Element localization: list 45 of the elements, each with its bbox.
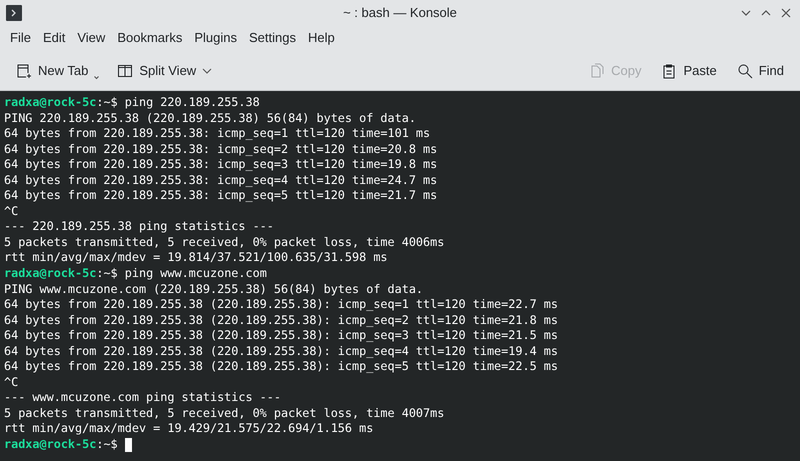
output-line: 64 bytes from 220.189.255.38: icmp_seq=1 ttl=120 time=101 ms (4, 126, 430, 142)
output-line: rtt min/avg/max/mdev = 19.429/21.575/22.694/1.156 ms (4, 421, 374, 438)
output-line: 64 bytes from 220.189.255.38 (220.189.255.38): icmp_seq=3 ttl=120 time=21.5 ms (4, 328, 558, 344)
output-line: 64 bytes from 220.189.255.38: icmp_seq=5 ttl=120 time=21.7 ms (4, 188, 438, 204)
window-title: ~ : bash — Konsole (343, 4, 457, 22)
output-line: 64 bytes from 220.189.255.38 (220.189.255.38): icmp_seq=4 ttl=120 time=19.4 ms (4, 344, 558, 360)
output-line: 64 bytes from 220.189.255.38 (220.189.255.38): icmp_seq=2 ttl=120 time=21.8 ms (4, 312, 558, 328)
close-icon[interactable] (780, 6, 792, 18)
output-line: 5 packets transmitted, 5 received, 0% packet loss, time 4007ms (4, 406, 444, 422)
find-button[interactable]: Find (732, 56, 788, 84)
menu-item[interactable]: Help (302, 26, 341, 50)
output-line: --- 220.189.255.38 ping statistics --- (4, 219, 274, 235)
output-line: 64 bytes from 220.189.255.38: icmp_seq=3 ttl=120 time=19.8 ms (4, 157, 438, 173)
output-line: ^C (4, 204, 18, 220)
chevron-down-icon (202, 68, 212, 74)
prompt-line: radxa@rock-5c:~$ (4, 437, 119, 453)
terminal-app-icon (6, 4, 22, 20)
search-icon (736, 62, 753, 78)
output-line: 64 bytes from 220.189.255.38: icmp_seq=2 ttl=120 time=20.8 ms (4, 142, 438, 158)
output-line: 5 packets transmitted, 5 received, 0% packet loss, time 4006ms (4, 234, 444, 250)
split-view-icon (117, 62, 134, 78)
output-line: PING www.mcuzone.com (220.189.255.38) 56(84) bytes of data. (4, 282, 424, 298)
output-line: 64 bytes from 220.189.255.38 (220.189.255.38): icmp_seq=5 ttl=120 time=22.5 ms (4, 359, 558, 375)
menu-item[interactable]: Settings (242, 26, 302, 50)
output-line: rtt min/avg/max/mdev = 19.814/37.521/100.635/31.598 ms (4, 250, 388, 266)
new-tab-icon (16, 62, 32, 78)
menu-item[interactable]: View (71, 26, 112, 50)
prompt-line: radxa@rock-5c:~$ ping 220.189.255.38 (4, 95, 260, 111)
output-line: --- www.mcuzone.com ping statistics --- (4, 390, 281, 406)
output-line: 64 bytes from 220.189.255.38 (220.189.255.38): icmp_seq=1 ttl=120 time=22.7 ms (4, 297, 558, 313)
output-line: 64 bytes from 220.189.255.38: icmp_seq=4 ttl=120 time=24.7 ms (4, 172, 438, 188)
menu-item[interactable]: Plugins (188, 26, 243, 50)
output-line: PING 220.189.255.38 (220.189.255.38) 56(84) bytes of data. (4, 110, 416, 126)
menu-item[interactable]: Edit (36, 26, 72, 50)
output-line: ^C (4, 374, 18, 390)
copy-icon (589, 62, 606, 78)
menu-item[interactable]: Bookmarks (111, 26, 188, 50)
terminal-area[interactable] (0, 91, 800, 461)
prompt-line: radxa@rock-5c:~$ ping www.mcuzone.com (4, 266, 267, 282)
menu-item[interactable]: File (4, 26, 37, 50)
split-view-button[interactable]: Split View (113, 56, 216, 84)
new-tab-button[interactable]: New Tab (12, 56, 104, 84)
paste-button[interactable]: Paste (657, 56, 721, 84)
clipboard-icon (661, 62, 678, 78)
dropdown-indicator-icon (94, 76, 100, 80)
